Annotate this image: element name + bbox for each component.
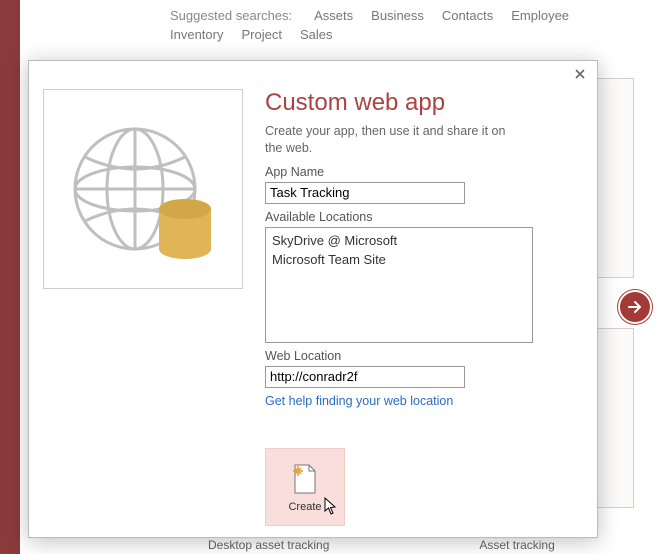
app-sidebar [0,0,20,554]
suggested-link[interactable]: Assets [314,8,353,23]
custom-web-app-dialog: Custom web app Create your app, then use… [28,60,598,538]
help-link[interactable]: Get help finding your web location [265,394,453,408]
globe-database-icon [63,109,223,269]
dialog-description: Create your app, then use it and share i… [265,123,515,157]
dialog-hero-icon [43,89,243,289]
next-arrow-button[interactable] [618,290,652,324]
template-label[interactable]: Asset tracking [479,538,554,552]
locations-label: Available Locations [265,210,583,224]
web-location-label: Web Location [265,349,583,363]
suggested-label: Suggested searches: [170,8,292,23]
close-button[interactable] [571,65,589,83]
app-name-input[interactable] [265,182,465,204]
suggested-searches: Suggested searches: Assets Business Cont… [170,8,600,42]
dialog-title: Custom web app [265,89,583,117]
suggested-link[interactable]: Employee [511,8,569,23]
location-item[interactable]: Microsoft Team Site [272,251,526,270]
suggested-link[interactable]: Business [371,8,424,23]
suggested-link[interactable]: Project [241,27,281,42]
app-name-label: App Name [265,165,583,179]
location-item[interactable]: SkyDrive @ Microsoft [272,232,526,251]
suggested-link[interactable]: Inventory [170,27,223,42]
create-label: Create [288,501,321,513]
arrow-right-icon [626,298,644,316]
cursor-icon [324,497,338,515]
new-document-icon [291,461,319,495]
close-icon [575,69,585,79]
suggested-link[interactable]: Sales [300,27,333,42]
web-location-input[interactable] [265,366,465,388]
template-label[interactable]: Desktop asset tracking [208,538,329,552]
suggested-link[interactable]: Contacts [442,8,493,23]
locations-listbox[interactable]: SkyDrive @ Microsoft Microsoft Team Site [265,227,533,343]
create-button[interactable]: Create [265,448,345,526]
